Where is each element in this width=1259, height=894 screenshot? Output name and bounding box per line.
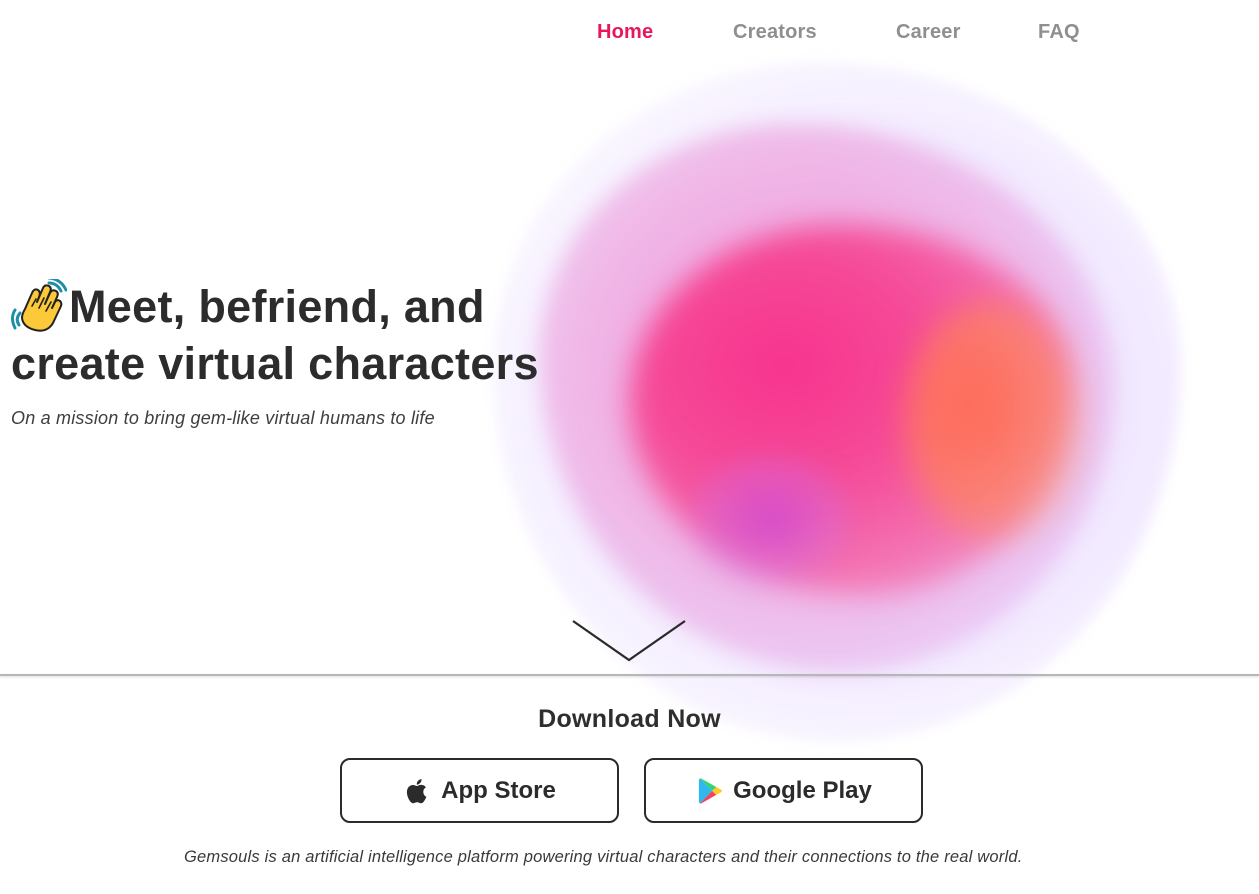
headline-line-2: create virtual characters (11, 338, 539, 389)
app-store-label: App Store (441, 776, 556, 804)
hero-subtitle: On a mission to bring gem-like virtual h… (11, 408, 435, 428)
company-description: Gemsouls is an artificial intelligence p… (184, 848, 1023, 866)
google-play-label: Google Play (733, 776, 872, 804)
hero-blob-core (630, 225, 1070, 595)
nav-item-home[interactable]: Home (597, 21, 653, 44)
hero-blob-orange-glow (905, 300, 1080, 540)
chevron-down-icon[interactable] (570, 618, 688, 664)
landing-page: Home Creators Career FAQ Meet, befriend,… (0, 0, 1259, 894)
nav-item-creators[interactable]: Creators (733, 21, 817, 44)
hero-headline: Meet, befriend, and create virtual charac… (11, 276, 611, 392)
section-divider (0, 674, 1259, 676)
waving-hand-icon (11, 276, 68, 333)
hero-blob-violet-glow (690, 455, 850, 585)
top-nav: Home Creators Career FAQ (0, 21, 1259, 51)
app-store-button[interactable]: App Store (340, 758, 619, 823)
headline-line-1: Meet, befriend, and (69, 281, 485, 332)
hero-blob-middle (540, 124, 1115, 672)
download-title: Download Now (538, 705, 721, 733)
nav-item-career[interactable]: Career (896, 21, 961, 44)
apple-icon (403, 776, 433, 806)
google-play-button[interactable]: Google Play (644, 758, 923, 823)
google-play-icon (695, 776, 725, 806)
nav-item-faq[interactable]: FAQ (1038, 21, 1080, 44)
